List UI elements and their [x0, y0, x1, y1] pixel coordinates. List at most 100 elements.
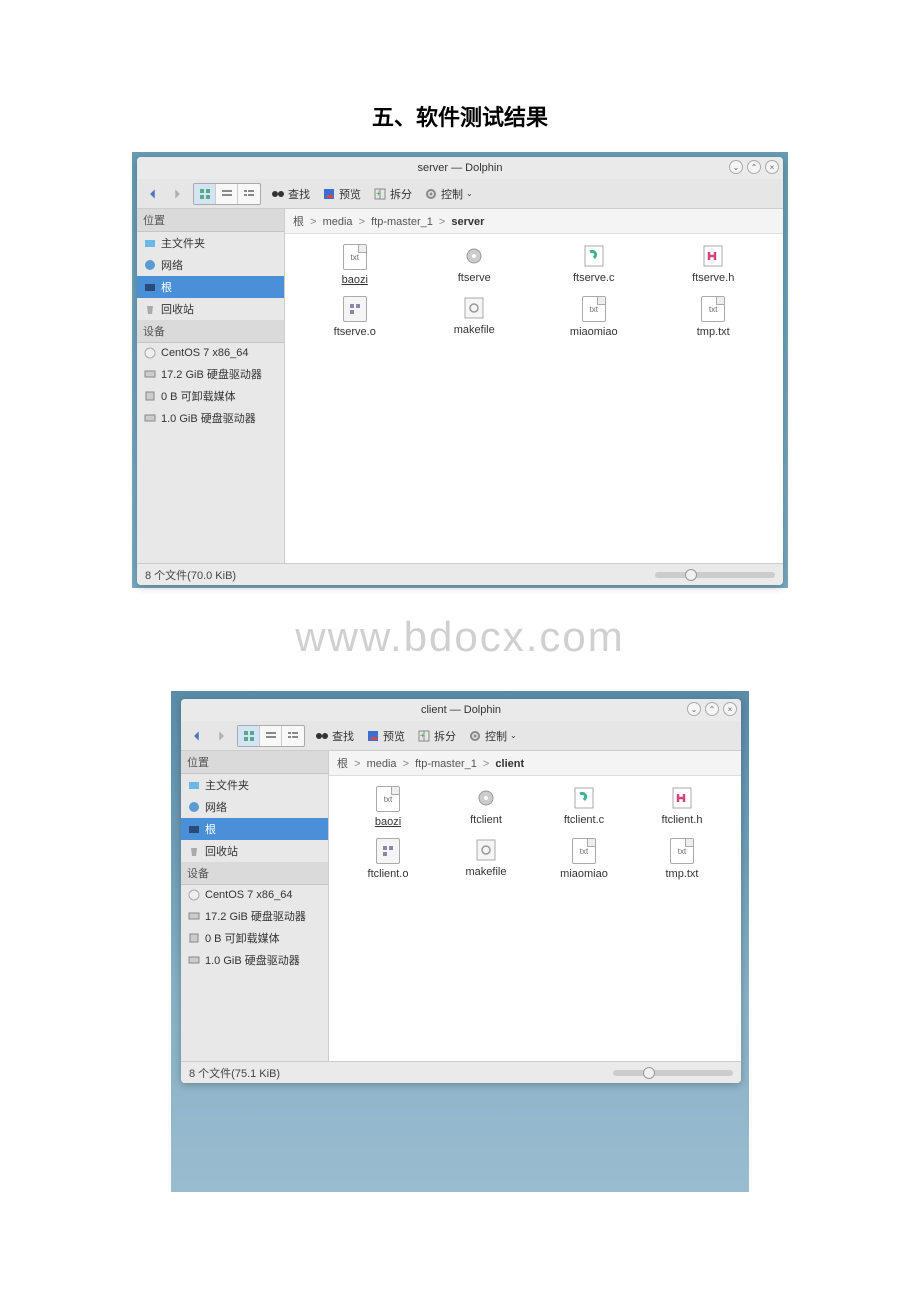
hdd-icon — [187, 909, 201, 923]
sidebar-device-removable[interactable]: 0 B 可卸载媒体 — [181, 927, 328, 949]
titlebar[interactable]: client — Dolphin ⌄ ⌃ × — [181, 699, 741, 721]
sidebar-home[interactable]: 主文件夹 — [181, 774, 328, 796]
maximize-button[interactable]: ⌃ — [747, 160, 761, 174]
compact-view-button[interactable] — [216, 184, 238, 204]
sidebar-network[interactable]: 网络 — [181, 796, 328, 818]
arrow-right-icon — [170, 187, 184, 201]
file-baozi[interactable]: txtbaozi — [295, 244, 415, 286]
network-icon — [187, 800, 201, 814]
breadcrumb-ftp[interactable]: ftp-master_1 — [415, 758, 477, 770]
split-button[interactable]: + 拆分 — [369, 184, 416, 204]
forward-button[interactable] — [211, 726, 231, 746]
find-button[interactable]: 查找 — [311, 726, 358, 746]
compact-view-button[interactable] — [260, 726, 282, 746]
disc-icon — [187, 888, 201, 902]
file-ftclient-c[interactable]: ftclient.c — [535, 786, 633, 828]
zoom-handle[interactable] — [643, 1067, 655, 1079]
sidebar-device-hdd2[interactable]: 1.0 GiB 硬盘驱动器 — [181, 949, 328, 971]
split-button[interactable]: + 拆分 — [413, 726, 460, 746]
icon-view-button[interactable] — [194, 184, 216, 204]
file-tmp-txt[interactable]: txttmp.txt — [654, 296, 774, 338]
screenshot-server: server — Dolphin ⌄ ⌃ × 查找 — [132, 152, 788, 588]
zoom-slider[interactable] — [613, 1070, 733, 1076]
file-ftserve-o[interactable]: ftserve.o — [295, 296, 415, 338]
control-button[interactable]: 控制 ⌄ — [464, 726, 521, 746]
preview-button[interactable]: 预览 — [318, 184, 365, 204]
view-mode-buttons — [193, 183, 261, 205]
dolphin-window-client: client — Dolphin ⌄ ⌃ × 查找 — [181, 699, 741, 1083]
chevron-down-icon: ⌄ — [466, 189, 473, 198]
details-view-button[interactable] — [238, 184, 260, 204]
sidebar-root[interactable]: 根 — [181, 818, 328, 840]
breadcrumb-root[interactable]: 根 — [337, 758, 348, 770]
preview-icon — [366, 729, 380, 743]
text-file-icon: txt — [572, 838, 596, 864]
titlebar[interactable]: server — Dolphin ⌄ ⌃ × — [137, 157, 783, 179]
status-text: 8 个文件(75.1 KiB) — [189, 1065, 280, 1081]
close-button[interactable]: × — [765, 160, 779, 174]
minimize-button[interactable]: ⌄ — [687, 702, 701, 716]
home-folder-icon — [187, 778, 201, 792]
breadcrumb-root[interactable]: 根 — [293, 216, 304, 228]
sidebar-trash[interactable]: 回收站 — [137, 298, 284, 320]
forward-button[interactable] — [167, 184, 187, 204]
breadcrumb[interactable]: 根 > media > ftp-master_1 > server — [285, 209, 783, 234]
sidebar-device-hdd1[interactable]: 17.2 GiB 硬盘驱动器 — [137, 363, 284, 385]
hdd-icon — [143, 367, 157, 381]
maximize-button[interactable]: ⌃ — [705, 702, 719, 716]
gear-icon — [424, 187, 438, 201]
file-miaomiao[interactable]: txtmiaomiao — [534, 296, 654, 338]
sidebar-device-hdd2[interactable]: 1.0 GiB 硬盘驱动器 — [137, 407, 284, 429]
breadcrumb-ftp[interactable]: ftp-master_1 — [371, 216, 433, 228]
svg-text:+: + — [420, 731, 425, 740]
icon-view-button[interactable] — [238, 726, 260, 746]
file-makefile[interactable]: makefile — [437, 838, 535, 880]
status-text: 8 个文件(70.0 KiB) — [145, 567, 236, 583]
breadcrumb-media[interactable]: media — [323, 216, 353, 228]
watermark: www.bdocx.com — [0, 613, 920, 661]
sidebar-device-hdd1[interactable]: 17.2 GiB 硬盘驱动器 — [181, 905, 328, 927]
details-view-button[interactable] — [282, 726, 304, 746]
body-area: 位置 主文件夹 网络 根 回收站 设备 CentOS 7 x86_64 17.2… — [181, 751, 741, 1061]
file-ftserve-h[interactable]: ftserve.h — [654, 244, 774, 286]
arrow-left-icon — [190, 729, 204, 743]
sidebar-root[interactable]: 根 — [137, 276, 284, 298]
file-makefile[interactable]: makefile — [415, 296, 535, 338]
back-button[interactable] — [143, 184, 163, 204]
zoom-handle[interactable] — [685, 569, 697, 581]
file-baozi[interactable]: txtbaozi — [339, 786, 437, 828]
breadcrumb-media[interactable]: media — [367, 758, 397, 770]
back-button[interactable] — [187, 726, 207, 746]
breadcrumb[interactable]: 根 > media > ftp-master_1 > client — [329, 751, 741, 776]
devices-header: 设备 — [137, 320, 284, 343]
text-file-icon: txt — [376, 786, 400, 812]
sidebar-device-centos[interactable]: CentOS 7 x86_64 — [181, 885, 328, 905]
sidebar-trash[interactable]: 回收站 — [181, 840, 328, 862]
zoom-slider[interactable] — [655, 572, 775, 578]
minimize-button[interactable]: ⌄ — [729, 160, 743, 174]
file-ftclient[interactable]: ftclient — [437, 786, 535, 828]
close-button[interactable]: × — [723, 702, 737, 716]
toolbar: 查找 预览 + 拆分 控制 ⌄ — [137, 179, 783, 209]
control-button[interactable]: 控制 ⌄ — [420, 184, 477, 204]
sidebar-home[interactable]: 主文件夹 — [137, 232, 284, 254]
dolphin-window-server: server — Dolphin ⌄ ⌃ × 查找 — [137, 157, 783, 585]
find-button[interactable]: 查找 — [267, 184, 314, 204]
file-ftserve-c[interactable]: ftserve.c — [534, 244, 654, 286]
places-header: 位置 — [181, 751, 328, 774]
file-tmp-txt[interactable]: txttmp.txt — [633, 838, 731, 880]
disc-icon — [143, 346, 157, 360]
file-miaomiao[interactable]: txtmiaomiao — [535, 838, 633, 880]
sidebar-network[interactable]: 网络 — [137, 254, 284, 276]
preview-button[interactable]: 预览 — [362, 726, 409, 746]
file-ftclient-h[interactable]: ftclient.h — [633, 786, 731, 828]
file-ftclient-o[interactable]: ftclient.o — [339, 838, 437, 880]
sidebar-device-removable[interactable]: 0 B 可卸载媒体 — [137, 385, 284, 407]
sidebar-device-centos[interactable]: CentOS 7 x86_64 — [137, 343, 284, 363]
details-icon — [243, 188, 255, 200]
file-grid[interactable]: txtbaozi ftserve ftserve.c ftserve.h fts… — [285, 234, 783, 563]
window-controls: ⌄ ⌃ × — [729, 160, 779, 174]
file-ftserve[interactable]: ftserve — [415, 244, 535, 286]
makefile-icon — [462, 296, 486, 320]
file-grid[interactable]: txtbaozi ftclient ftclient.c ftclient.h … — [329, 776, 741, 1061]
